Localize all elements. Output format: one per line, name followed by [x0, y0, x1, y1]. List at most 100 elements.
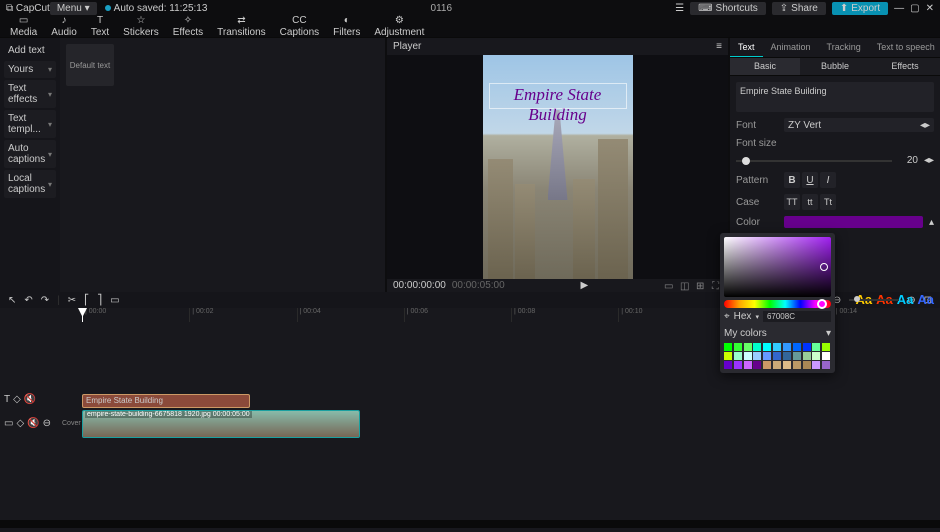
play-icon[interactable]: ▶ [580, 280, 588, 291]
sidebar-item[interactable]: Yours▾ [4, 61, 56, 78]
ratio-icon[interactable]: ▭ [664, 281, 674, 291]
size-value[interactable]: 20 [898, 155, 918, 166]
font-dropdown[interactable]: ZY Vert◂▸ [784, 118, 934, 132]
maximize-icon[interactable]: ▢ [910, 3, 919, 14]
rp-subtab[interactable]: Bubble [800, 58, 870, 75]
text-content-input[interactable]: Empire State Building [736, 82, 934, 112]
color-swatch-item[interactable] [724, 361, 732, 369]
video-clip[interactable]: empire-state-building-6675818 1920.jpg 0… [82, 410, 360, 438]
ruler-tick[interactable]: | 00:14 [833, 308, 940, 322]
ruler-tick[interactable]: | 00:02 [189, 308, 296, 322]
tool-tab-text[interactable]: TText [91, 15, 109, 38]
tool-tab-transitions[interactable]: ⇄Transitions [217, 15, 266, 38]
ruler-tick[interactable]: | 00:08 [511, 308, 618, 322]
color-swatch-item[interactable] [724, 343, 732, 351]
titlecase-button[interactable]: Tt [820, 194, 836, 210]
hex-input[interactable]: 67008C [763, 311, 831, 322]
cover-label[interactable]: Cover [62, 420, 81, 427]
color-swatch-item[interactable] [763, 352, 771, 360]
text-clip[interactable]: Empire State Building [82, 394, 250, 408]
color-swatch-item[interactable] [822, 361, 830, 369]
text-preset[interactable]: Aa [917, 292, 934, 307]
color-swatch-item[interactable] [734, 352, 742, 360]
track-visible-icon[interactable]: ◇ [16, 418, 24, 429]
sidebar-item[interactable]: Text templ...▾ [4, 110, 56, 138]
sidebar-item[interactable]: Add text [4, 42, 56, 59]
delete-icon[interactable]: ▭ [110, 295, 119, 306]
redo-icon[interactable]: ↷ [41, 295, 49, 306]
color-swatch[interactable] [784, 216, 923, 228]
share-button[interactable]: ⇪ Share [772, 2, 826, 15]
split-icon[interactable]: ✂ [68, 295, 76, 306]
track-visible-icon[interactable]: ◇ [13, 394, 21, 405]
ruler-tick[interactable]: | 00:10 [618, 308, 725, 322]
player-menu-icon[interactable]: ≡ [716, 41, 722, 52]
shortcuts-button[interactable]: ⌨ Shortcuts [690, 2, 766, 15]
sidebar-item[interactable]: Text effects▾ [4, 80, 56, 108]
tool-tab-adjustment[interactable]: ⚙Adjustment [374, 15, 424, 38]
rp-subtab[interactable]: Basic [730, 58, 800, 75]
ruler-tick[interactable]: | 00:04 [297, 308, 404, 322]
track-mute-icon[interactable]: 🔇 [27, 418, 39, 429]
color-swatch-item[interactable] [734, 343, 742, 351]
rp-tab[interactable]: Text to speech [869, 38, 940, 57]
trim-left-icon[interactable]: ⎡ [84, 295, 89, 306]
color-swatch-item[interactable] [763, 343, 771, 351]
ruler-tick[interactable]: | 00:06 [404, 308, 511, 322]
size-slider[interactable] [736, 160, 892, 162]
color-swatch-item[interactable] [753, 361, 761, 369]
zoom-slider[interactable] [849, 299, 899, 301]
color-swatch-item[interactable] [753, 352, 761, 360]
color-swatch-item[interactable] [793, 361, 801, 369]
bold-button[interactable]: B [784, 172, 800, 188]
sidebar-item[interactable]: Auto captions▾ [4, 140, 56, 168]
ruler-tick[interactable]: | 00:00 [82, 308, 189, 322]
review-icon[interactable]: ☰ [675, 3, 684, 14]
color-swatch-item[interactable] [803, 352, 811, 360]
track-lock-icon[interactable]: T [4, 394, 10, 405]
color-swatch-item[interactable] [773, 343, 781, 351]
tool-tab-filters[interactable]: ◐Filters [333, 15, 360, 38]
my-colors-dropdown[interactable]: My colors▾ [724, 326, 831, 341]
color-swatch-item[interactable] [724, 352, 732, 360]
rp-subtab[interactable]: Effects [870, 58, 940, 75]
minimize-icon[interactable]: — [894, 3, 904, 14]
sidebar-item[interactable]: Local captions▾ [4, 170, 56, 198]
color-swatch-item[interactable] [812, 343, 820, 351]
color-swatch-item[interactable] [812, 352, 820, 360]
lowercase-button[interactable]: tt [802, 194, 818, 210]
track-link-icon[interactable]: ⊖ [43, 418, 51, 429]
color-swatch-item[interactable] [793, 343, 801, 351]
underline-button[interactable]: U [802, 172, 818, 188]
color-swatch-item[interactable] [753, 343, 761, 351]
menu-button[interactable]: Menu ▾ [50, 2, 97, 15]
trim-right-icon[interactable]: ⎤ [97, 295, 102, 306]
rp-tab[interactable]: Tracking [819, 38, 869, 57]
color-swatch-item[interactable] [803, 361, 811, 369]
color-chevron-icon[interactable]: ▴ [929, 217, 934, 228]
color-swatch-item[interactable] [783, 352, 791, 360]
color-swatch-item[interactable] [803, 343, 811, 351]
rp-tab[interactable]: Animation [763, 38, 819, 57]
color-swatch-item[interactable] [773, 352, 781, 360]
player-canvas[interactable]: Empire State Building [387, 55, 728, 279]
tool-tab-effects[interactable]: ✧Effects [173, 15, 203, 38]
rp-tab[interactable]: Text [730, 38, 763, 57]
hue-slider[interactable] [724, 300, 831, 308]
track-mute-icon[interactable]: 🔇 [24, 394, 36, 405]
size-stepper[interactable]: ◂▸ [924, 155, 934, 166]
tool-tab-media[interactable]: ▭Media [10, 15, 37, 38]
close-icon[interactable]: ✕ [926, 3, 934, 14]
uppercase-button[interactable]: TT [784, 194, 800, 210]
grid-icon[interactable]: ⊞ [696, 281, 706, 291]
tool-tab-stickers[interactable]: ☆Stickers [123, 15, 159, 38]
tool-tab-audio[interactable]: ♪Audio [51, 15, 77, 38]
eyedropper-icon[interactable]: ⌖ [724, 311, 730, 322]
color-swatch-item[interactable] [763, 361, 771, 369]
export-button[interactable]: ⬆ Export [832, 2, 888, 15]
default-text-thumb[interactable]: Default text [66, 44, 114, 86]
select-tool-icon[interactable]: ↖ [8, 295, 16, 306]
color-swatch-item[interactable] [812, 361, 820, 369]
color-swatch-item[interactable] [783, 343, 791, 351]
text-preset[interactable]: Aa [897, 292, 914, 307]
